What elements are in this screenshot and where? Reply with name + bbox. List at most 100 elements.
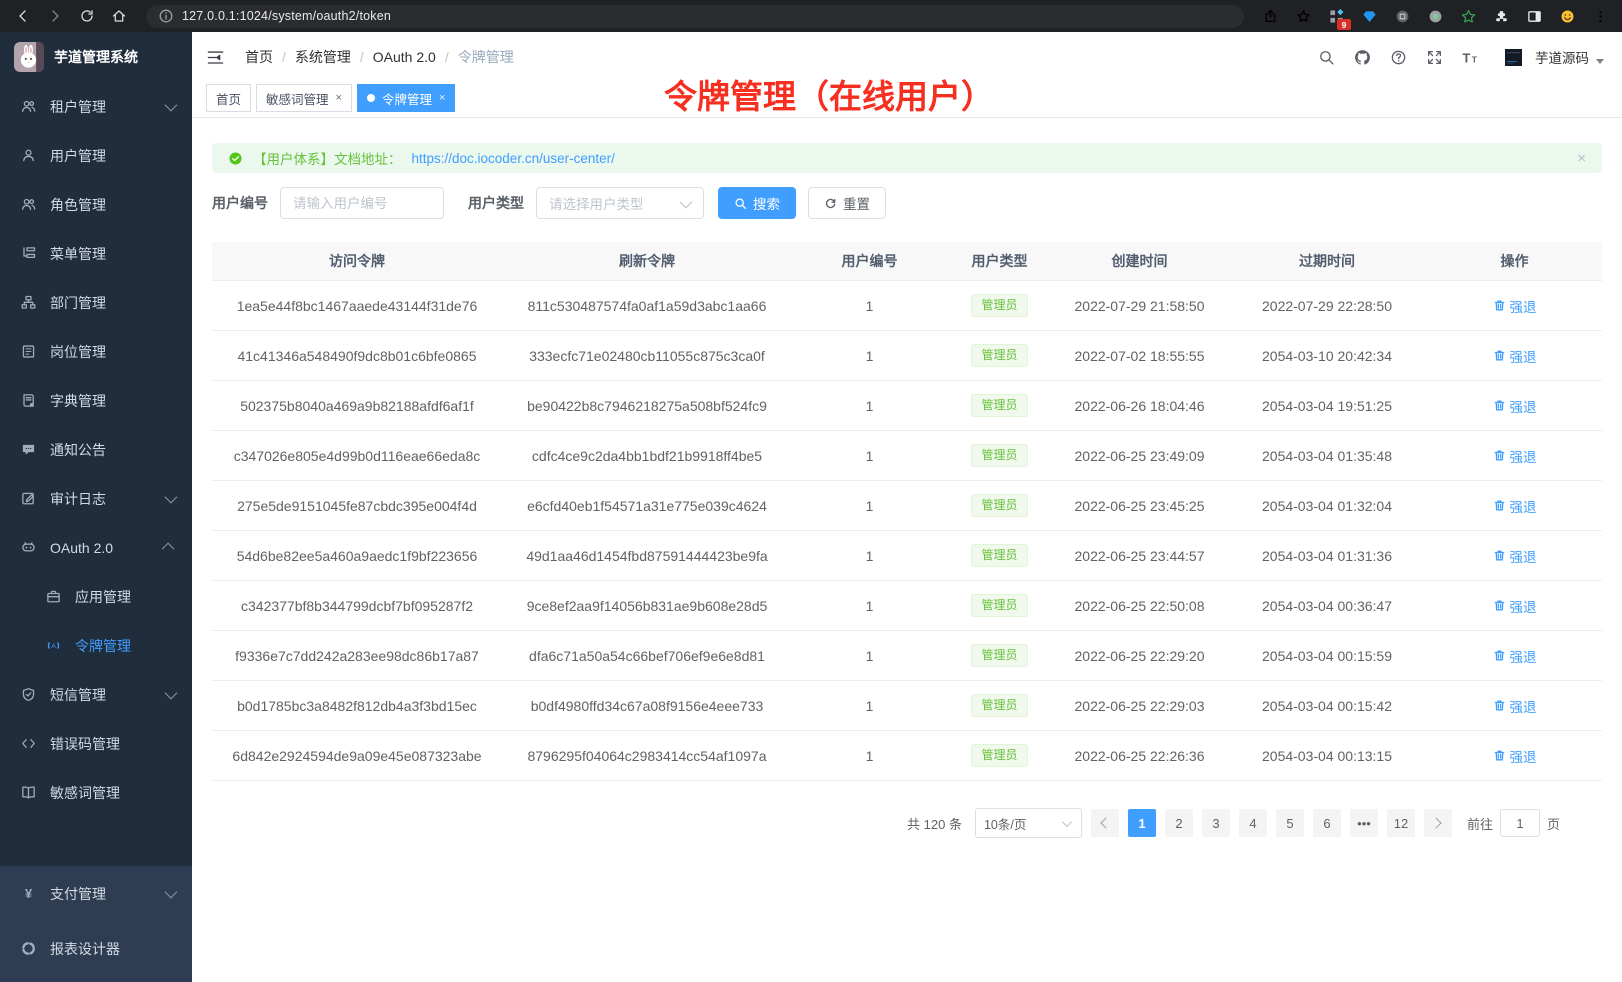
page-button-12[interactable]: 12 (1387, 809, 1415, 837)
reload-button[interactable] (74, 3, 100, 29)
page-button-3[interactable]: 3 (1202, 809, 1230, 837)
gem-icon[interactable] (1357, 4, 1381, 28)
tab-敏感词管理[interactable]: 敏感词管理× (256, 84, 352, 112)
access-token-cell: b0d1785bc3a8482f812db4a3f3bd15ec (212, 681, 502, 731)
access-token-cell: 275e5de9151045fe87cbdc395e004f4d (212, 481, 502, 531)
force-logout-button[interactable]: 强退 (1493, 596, 1537, 616)
next-page-button[interactable] (1424, 809, 1452, 837)
help-icon[interactable] (1390, 49, 1407, 66)
extensions-grid-icon[interactable]: 9 (1324, 4, 1348, 28)
user-menu[interactable]: 芋道源码 (1498, 42, 1604, 72)
created-time-cell: 2022-07-02 18:55:55 (1052, 331, 1227, 381)
page-button-2[interactable]: 2 (1165, 809, 1193, 837)
user-type-cell: 管理员 (947, 431, 1052, 481)
force-logout-button[interactable]: 强退 (1493, 446, 1537, 466)
github-icon[interactable] (1354, 49, 1371, 66)
sidebar-item-audit[interactable]: 审计日志 (0, 474, 192, 523)
force-logout-button[interactable]: 强退 (1493, 296, 1537, 316)
menu-dots-icon[interactable] (1588, 4, 1612, 28)
sidebar-item-label: 岗位管理 (50, 342, 178, 362)
alert-doc-link[interactable]: https://doc.iocoder.cn/user-center/ (412, 151, 615, 166)
goto-page-input[interactable] (1500, 809, 1540, 837)
page-button-6[interactable]: 6 (1313, 809, 1341, 837)
tab-close-icon[interactable]: × (336, 92, 342, 104)
user-id-cell: 1 (792, 531, 947, 581)
dict-icon (21, 393, 36, 408)
sidebar-item-sms[interactable]: 短信管理 (0, 670, 192, 719)
alert-close-icon[interactable]: × (1577, 150, 1586, 167)
dot-circle-icon[interactable] (1423, 4, 1447, 28)
tab-令牌管理[interactable]: 令牌管理× (357, 84, 455, 112)
user-id-input[interactable] (280, 187, 444, 219)
delete-icon (1493, 699, 1506, 712)
refresh-token-cell: e6cfd40eb1f54571a31e775e039c4624 (502, 481, 792, 531)
sidebar-item-menu[interactable]: 菜单管理 (0, 229, 192, 278)
puzzle-icon[interactable] (1489, 4, 1513, 28)
tab-首页[interactable]: 首页 (206, 84, 251, 112)
page-button-5[interactable]: 5 (1276, 809, 1304, 837)
emoji-icon[interactable] (1555, 4, 1579, 28)
token-table: 访问令牌刷新令牌用户编号用户类型创建时间过期时间操作 1ea5e44f8bc14… (212, 242, 1602, 781)
tab-close-icon[interactable]: × (439, 92, 445, 104)
back-button[interactable] (10, 3, 36, 29)
oauth-icon (21, 540, 36, 555)
page-button-4[interactable]: 4 (1239, 809, 1267, 837)
sidebar-item-post[interactable]: 岗位管理 (0, 327, 192, 376)
sidebar-item-dict[interactable]: 字典管理 (0, 376, 192, 425)
breadcrumb-item[interactable]: OAuth 2.0 (373, 49, 436, 65)
force-logout-button[interactable]: 强退 (1493, 646, 1537, 666)
chevron-down-icon (165, 99, 178, 112)
fullscreen-icon[interactable] (1426, 49, 1443, 66)
sidebar-item-errcode[interactable]: 错误码管理 (0, 719, 192, 768)
sidebar-item-notice[interactable]: 通知公告 (0, 425, 192, 474)
user-id-label: 用户编号 (212, 193, 268, 213)
command-icon[interactable] (1390, 4, 1414, 28)
page-button-1[interactable]: 1 (1128, 809, 1156, 837)
star-icon[interactable] (1291, 4, 1315, 28)
force-logout-button[interactable]: 强退 (1493, 746, 1537, 766)
reset-button[interactable]: 重置 (808, 187, 886, 219)
search-button[interactable]: 搜索 (718, 187, 796, 219)
fontsize-icon[interactable]: TT (1462, 49, 1479, 66)
force-logout-button[interactable]: 强退 (1493, 496, 1537, 516)
page-size-select[interactable]: 10条/页 (975, 808, 1082, 838)
sidebar-item-role[interactable]: 角色管理 (0, 180, 192, 229)
sidebar-item-oauth2[interactable]: OAuth 2.0 (0, 523, 192, 572)
sidebar-item-tenant[interactable]: 租户管理 (0, 82, 192, 131)
sidebar-item-dept[interactable]: 部门管理 (0, 278, 192, 327)
home-button[interactable] (106, 3, 132, 29)
user-type-select[interactable]: 请选择用户类型 (536, 187, 704, 219)
active-tab-dot (367, 94, 375, 102)
sidebar-item-oauth2-token[interactable]: A令牌管理 (0, 621, 192, 670)
user-type-cell: 管理员 (947, 381, 1052, 431)
sidebar-item-report[interactable]: 报表设计器 (0, 921, 192, 976)
breadcrumb-item[interactable]: 首页 (245, 47, 273, 67)
address-bar[interactable]: 127.0.0.1:1024/system/oauth2/token (146, 5, 1244, 28)
collapse-sidebar-icon[interactable] (206, 48, 225, 67)
sidebar-item-oauth2-app[interactable]: 应用管理 (0, 572, 192, 621)
prev-page-button[interactable] (1091, 809, 1119, 837)
sidebar-menu: 租户管理用户管理角色管理菜单管理部门管理岗位管理字典管理通知公告审计日志OAut… (0, 82, 192, 866)
sidebar-item-pay[interactable]: ¥支付管理 (0, 866, 192, 921)
delete-icon (1493, 549, 1506, 562)
sidebar-panel-icon[interactable] (1522, 4, 1546, 28)
page-ellipsis[interactable]: ••• (1350, 809, 1378, 837)
green-star-icon[interactable] (1456, 4, 1480, 28)
user-type-label: 用户类型 (468, 193, 524, 213)
share-icon[interactable] (1258, 4, 1282, 28)
user-id-cell: 1 (792, 331, 947, 381)
action-cell: 强退 (1427, 381, 1602, 431)
force-logout-button[interactable]: 强退 (1493, 396, 1537, 416)
action-cell: 强退 (1427, 281, 1602, 331)
chevron-down-icon (1596, 59, 1604, 64)
breadcrumb-item[interactable]: 系统管理 (295, 47, 351, 67)
sidebar-item-user[interactable]: 用户管理 (0, 131, 192, 180)
user-type-badge: 管理员 (971, 644, 1027, 668)
force-logout-button[interactable]: 强退 (1493, 696, 1537, 716)
force-logout-button[interactable]: 强退 (1493, 346, 1537, 366)
app-logo[interactable]: 芋道管理系统 (0, 32, 192, 82)
sidebar-item-sensitive[interactable]: 敏感词管理 (0, 768, 192, 817)
search-icon[interactable] (1318, 49, 1335, 66)
force-logout-button[interactable]: 强退 (1493, 546, 1537, 566)
forward-button[interactable] (42, 3, 68, 29)
